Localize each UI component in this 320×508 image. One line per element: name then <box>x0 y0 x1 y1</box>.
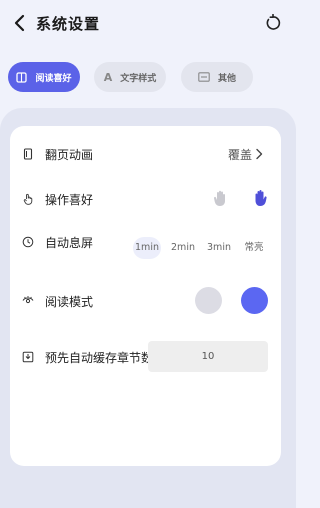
refresh-icon[interactable] <box>264 14 282 32</box>
eye-icon <box>22 296 34 304</box>
tab-other[interactable]: 其他 <box>181 62 253 92</box>
book-icon <box>16 71 28 83</box>
page-icon <box>23 148 33 160</box>
screen-off-option-always-on[interactable]: 常亮 <box>239 237 269 259</box>
tab-label: 其他 <box>217 73 236 84</box>
tab-bar: 阅读喜好 A 文字样式 其他 <box>0 62 296 92</box>
tab-reading-preference[interactable]: 阅读喜好 <box>8 62 80 92</box>
tab-text-style[interactable]: A 文字样式 <box>94 62 166 92</box>
keyboard-icon <box>198 72 210 82</box>
screen-off-option-3min[interactable]: 3min <box>204 237 234 259</box>
screen-off-option-1min[interactable]: 1min <box>133 237 161 259</box>
preload-chapters-input[interactable]: 10 <box>148 341 268 372</box>
hand-pointer-icon <box>23 193 33 205</box>
chevron-right-icon[interactable] <box>255 148 263 160</box>
clock-icon <box>22 236 34 248</box>
reading-mode-blue-option[interactable] <box>241 287 268 314</box>
operation-preference-label: 操作喜好 <box>45 193 94 207</box>
preload-chapters-label: 预先自动缓存章节数 <box>45 351 154 365</box>
reading-mode-gray-option[interactable] <box>195 287 222 314</box>
page-title: 系统设置 <box>36 15 101 33</box>
screen-off-option-2min[interactable]: 2min <box>168 237 198 259</box>
left-hand-icon[interactable] <box>212 189 232 209</box>
auto-screen-off-label: 自动息屏 <box>45 236 94 250</box>
page-animation-value[interactable]: 覆盖 <box>228 146 252 163</box>
page-animation-label: 翻页动画 <box>45 148 94 162</box>
chevron-left-icon[interactable] <box>10 12 30 34</box>
tab-label: 文字样式 <box>120 73 157 84</box>
font-icon: A <box>103 70 113 84</box>
reading-mode-label: 阅读模式 <box>45 295 94 309</box>
header: 系统设置 <box>0 0 296 48</box>
download-icon <box>22 351 34 363</box>
tab-label: 阅读喜好 <box>35 73 72 84</box>
right-hand-icon[interactable] <box>248 188 270 209</box>
